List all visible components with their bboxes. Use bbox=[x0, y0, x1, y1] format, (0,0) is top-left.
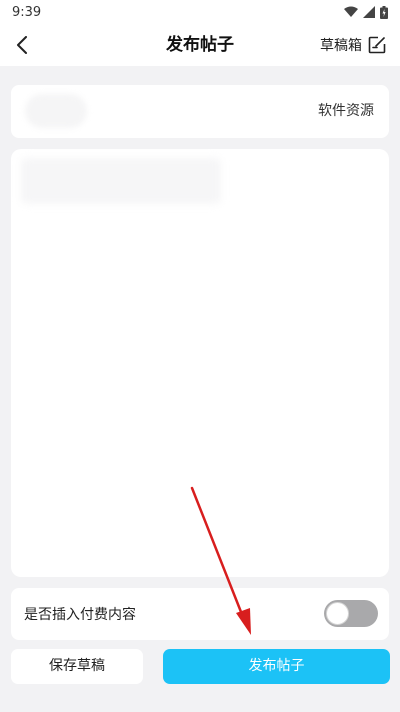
blurred-avatar-area bbox=[25, 94, 87, 128]
drafts-button[interactable]: 草稿箱 bbox=[320, 32, 386, 58]
back-button[interactable] bbox=[8, 31, 36, 59]
category-value[interactable]: 软件资源 bbox=[318, 85, 374, 138]
publish-post-button[interactable]: 发布帖子 bbox=[163, 649, 390, 684]
signal-icon bbox=[363, 6, 375, 18]
paid-content-row: 是否插入付费内容 bbox=[11, 588, 389, 640]
drafts-label: 草稿箱 bbox=[320, 38, 362, 54]
wifi-icon bbox=[344, 6, 358, 17]
status-time: 9:39 bbox=[12, 4, 42, 20]
toggle-knob bbox=[326, 602, 349, 625]
publish-post-screen: 9:39 发布帖子 草稿箱 软件资源 是否插入付费内容 保存草稿 发布帖子 bbox=[0, 0, 400, 712]
edit-note-icon bbox=[368, 36, 386, 54]
app-bar: 发布帖子 草稿箱 bbox=[0, 24, 400, 66]
back-arrow-icon bbox=[17, 36, 27, 54]
status-icons bbox=[344, 5, 388, 19]
status-bar: 9:39 bbox=[0, 0, 400, 24]
battery-icon bbox=[380, 5, 388, 19]
post-content-editor[interactable] bbox=[11, 149, 389, 577]
save-draft-button[interactable]: 保存草稿 bbox=[11, 649, 143, 684]
paid-content-label: 是否插入付费内容 bbox=[24, 607, 136, 623]
blurred-title-area bbox=[21, 158, 221, 204]
paid-content-toggle[interactable] bbox=[324, 600, 378, 627]
category-selector[interactable]: 软件资源 bbox=[11, 85, 389, 138]
